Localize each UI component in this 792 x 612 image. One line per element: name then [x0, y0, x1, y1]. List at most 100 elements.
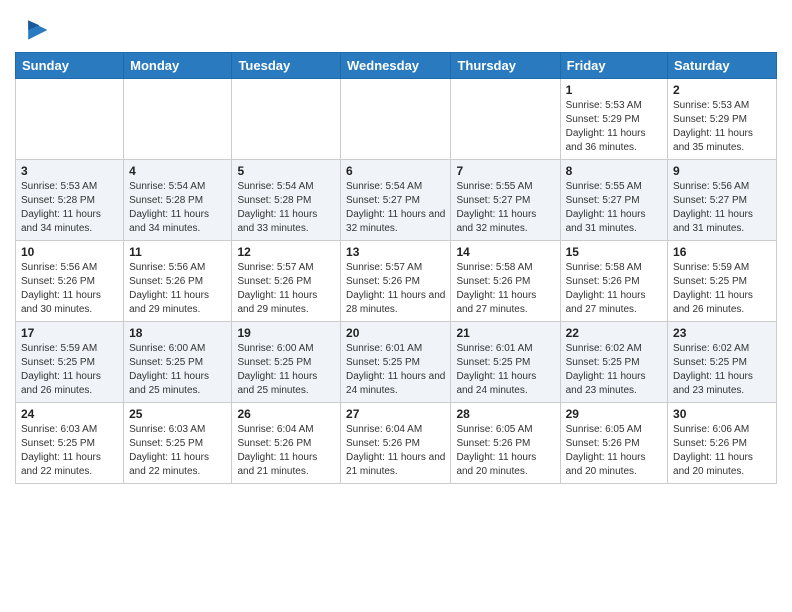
- header: [15, 10, 777, 46]
- day-info: Sunrise: 5:59 AM Sunset: 5:25 PM Dayligh…: [21, 342, 118, 398]
- day-info: Sunrise: 5:58 AM Sunset: 5:26 PM Dayligh…: [566, 261, 662, 317]
- logo-icon: [17, 14, 49, 46]
- calendar-week-row: 1 Sunrise: 5:53 AM Sunset: 5:29 PM Daylig…: [16, 79, 777, 160]
- day-number: 27: [346, 407, 445, 421]
- day-number: 23: [673, 326, 771, 340]
- day-number: 30: [673, 407, 771, 421]
- day-number: 22: [566, 326, 662, 340]
- calendar-cell: 20 Sunrise: 6:01 AM Sunset: 5:25 PM Dayli…: [341, 322, 451, 403]
- day-info: Sunrise: 5:55 AM Sunset: 5:27 PM Dayligh…: [566, 180, 662, 236]
- day-number: 28: [456, 407, 554, 421]
- weekday-header: Thursday: [451, 53, 560, 79]
- day-info: Sunrise: 5:56 AM Sunset: 5:27 PM Dayligh…: [673, 180, 771, 236]
- calendar-cell: 19 Sunrise: 6:00 AM Sunset: 5:25 PM Dayli…: [232, 322, 341, 403]
- calendar-cell: 7Sunrise: 5:55 AM Sunset: 5:27 PM Daylig…: [451, 160, 560, 241]
- day-info: Sunrise: 5:59 AM Sunset: 5:25 PM Dayligh…: [673, 261, 771, 317]
- day-number: 17: [21, 326, 118, 340]
- calendar-week-row: 17 Sunrise: 5:59 AM Sunset: 5:25 PM Dayli…: [16, 322, 777, 403]
- calendar-cell: [124, 79, 232, 160]
- day-info: Sunrise: 5:53 AM Sunset: 5:28 PM Dayligh…: [21, 180, 118, 236]
- calendar-cell: [341, 79, 451, 160]
- day-info: Sunrise: 6:03 AM Sunset: 5:25 PM Dayligh…: [21, 423, 118, 479]
- calendar-cell: 18Sunrise: 6:00 AM Sunset: 5:25 PM Dayli…: [124, 322, 232, 403]
- day-number: 15: [566, 245, 662, 259]
- calendar-cell: [451, 79, 560, 160]
- calendar-cell: 9 Sunrise: 5:56 AM Sunset: 5:27 PM Daylig…: [668, 160, 777, 241]
- day-number: 8: [566, 164, 662, 178]
- day-info: Sunrise: 6:02 AM Sunset: 5:25 PM Dayligh…: [566, 342, 662, 398]
- calendar-cell: 22 Sunrise: 6:02 AM Sunset: 5:25 PM Dayli…: [560, 322, 667, 403]
- weekday-header: Sunday: [16, 53, 124, 79]
- calendar-cell: 23Sunrise: 6:02 AM Sunset: 5:25 PM Dayli…: [668, 322, 777, 403]
- calendar-cell: 6 Sunrise: 5:54 AM Sunset: 5:27 PM Daylig…: [341, 160, 451, 241]
- day-info: Sunrise: 5:58 AM Sunset: 5:26 PM Dayligh…: [456, 261, 554, 317]
- day-number: 11: [129, 245, 226, 259]
- day-number: 29: [566, 407, 662, 421]
- weekday-header: Friday: [560, 53, 667, 79]
- day-number: 19: [237, 326, 335, 340]
- day-info: Sunrise: 6:00 AM Sunset: 5:25 PM Dayligh…: [129, 342, 226, 398]
- calendar-week-row: 10 Sunrise: 5:56 AM Sunset: 5:26 PM Dayli…: [16, 241, 777, 322]
- day-info: Sunrise: 5:53 AM Sunset: 5:29 PM Dayligh…: [673, 99, 771, 155]
- calendar-cell: 5 Sunrise: 5:54 AM Sunset: 5:28 PM Daylig…: [232, 160, 341, 241]
- day-number: 20: [346, 326, 445, 340]
- day-number: 4: [129, 164, 226, 178]
- calendar-cell: 16 Sunrise: 5:59 AM Sunset: 5:25 PM Dayli…: [668, 241, 777, 322]
- weekday-header: Wednesday: [341, 53, 451, 79]
- day-info: Sunrise: 5:55 AM Sunset: 5:27 PM Dayligh…: [456, 180, 554, 236]
- day-info: Sunrise: 6:01 AM Sunset: 5:25 PM Dayligh…: [346, 342, 445, 398]
- day-number: 13: [346, 245, 445, 259]
- day-info: Sunrise: 6:04 AM Sunset: 5:26 PM Dayligh…: [346, 423, 445, 479]
- calendar-cell: 8 Sunrise: 5:55 AM Sunset: 5:27 PM Daylig…: [560, 160, 667, 241]
- calendar-cell: 26 Sunrise: 6:04 AM Sunset: 5:26 PM Dayli…: [232, 403, 341, 484]
- day-info: Sunrise: 6:05 AM Sunset: 5:26 PM Dayligh…: [566, 423, 662, 479]
- day-number: 24: [21, 407, 118, 421]
- page: SundayMondayTuesdayWednesdayThursdayFrid…: [0, 0, 792, 499]
- day-info: Sunrise: 6:06 AM Sunset: 5:26 PM Dayligh…: [673, 423, 771, 479]
- calendar-cell: 28Sunrise: 6:05 AM Sunset: 5:26 PM Dayli…: [451, 403, 560, 484]
- day-info: Sunrise: 6:01 AM Sunset: 5:25 PM Dayligh…: [456, 342, 554, 398]
- day-info: Sunrise: 5:56 AM Sunset: 5:26 PM Dayligh…: [21, 261, 118, 317]
- calendar-header-row: SundayMondayTuesdayWednesdayThursdayFrid…: [16, 53, 777, 79]
- day-number: 3: [21, 164, 118, 178]
- day-info: Sunrise: 5:56 AM Sunset: 5:26 PM Dayligh…: [129, 261, 226, 317]
- calendar-cell: 17 Sunrise: 5:59 AM Sunset: 5:25 PM Dayli…: [16, 322, 124, 403]
- day-number: 10: [21, 245, 118, 259]
- day-info: Sunrise: 5:54 AM Sunset: 5:28 PM Dayligh…: [237, 180, 335, 236]
- calendar-cell: 11 Sunrise: 5:56 AM Sunset: 5:26 PM Dayli…: [124, 241, 232, 322]
- day-number: 21: [456, 326, 554, 340]
- calendar-cell: 27 Sunrise: 6:04 AM Sunset: 5:26 PM Dayli…: [341, 403, 451, 484]
- calendar-cell: 1 Sunrise: 5:53 AM Sunset: 5:29 PM Daylig…: [560, 79, 667, 160]
- calendar-cell: 29 Sunrise: 6:05 AM Sunset: 5:26 PM Dayli…: [560, 403, 667, 484]
- calendar-cell: [232, 79, 341, 160]
- calendar-cell: 12Sunrise: 5:57 AM Sunset: 5:26 PM Dayli…: [232, 241, 341, 322]
- calendar-table: SundayMondayTuesdayWednesdayThursdayFrid…: [15, 52, 777, 484]
- day-info: Sunrise: 6:04 AM Sunset: 5:26 PM Dayligh…: [237, 423, 335, 479]
- calendar-cell: 15 Sunrise: 5:58 AM Sunset: 5:26 PM Dayli…: [560, 241, 667, 322]
- day-info: Sunrise: 5:54 AM Sunset: 5:28 PM Dayligh…: [129, 180, 226, 236]
- calendar-cell: 14 Sunrise: 5:58 AM Sunset: 5:26 PM Dayli…: [451, 241, 560, 322]
- day-info: Sunrise: 6:00 AM Sunset: 5:25 PM Dayligh…: [237, 342, 335, 398]
- day-info: Sunrise: 5:57 AM Sunset: 5:26 PM Dayligh…: [346, 261, 445, 317]
- day-number: 1: [566, 83, 662, 97]
- calendar-cell: 21 Sunrise: 6:01 AM Sunset: 5:25 PM Dayli…: [451, 322, 560, 403]
- day-number: 12: [237, 245, 335, 259]
- day-number: 25: [129, 407, 226, 421]
- day-info: Sunrise: 5:54 AM Sunset: 5:27 PM Dayligh…: [346, 180, 445, 236]
- weekday-header: Saturday: [668, 53, 777, 79]
- day-number: 5: [237, 164, 335, 178]
- calendar-cell: 24 Sunrise: 6:03 AM Sunset: 5:25 PM Dayli…: [16, 403, 124, 484]
- day-number: 16: [673, 245, 771, 259]
- logo: [15, 14, 49, 46]
- day-number: 26: [237, 407, 335, 421]
- day-info: Sunrise: 5:53 AM Sunset: 5:29 PM Dayligh…: [566, 99, 662, 155]
- calendar-cell: 30 Sunrise: 6:06 AM Sunset: 5:26 PM Dayli…: [668, 403, 777, 484]
- day-number: 14: [456, 245, 554, 259]
- calendar-cell: 3 Sunrise: 5:53 AM Sunset: 5:28 PM Daylig…: [16, 160, 124, 241]
- day-number: 9: [673, 164, 771, 178]
- calendar-cell: 2Sunrise: 5:53 AM Sunset: 5:29 PM Daylig…: [668, 79, 777, 160]
- calendar-cell: [16, 79, 124, 160]
- calendar-cell: 13 Sunrise: 5:57 AM Sunset: 5:26 PM Dayli…: [341, 241, 451, 322]
- day-number: 6: [346, 164, 445, 178]
- calendar-cell: 10 Sunrise: 5:56 AM Sunset: 5:26 PM Dayli…: [16, 241, 124, 322]
